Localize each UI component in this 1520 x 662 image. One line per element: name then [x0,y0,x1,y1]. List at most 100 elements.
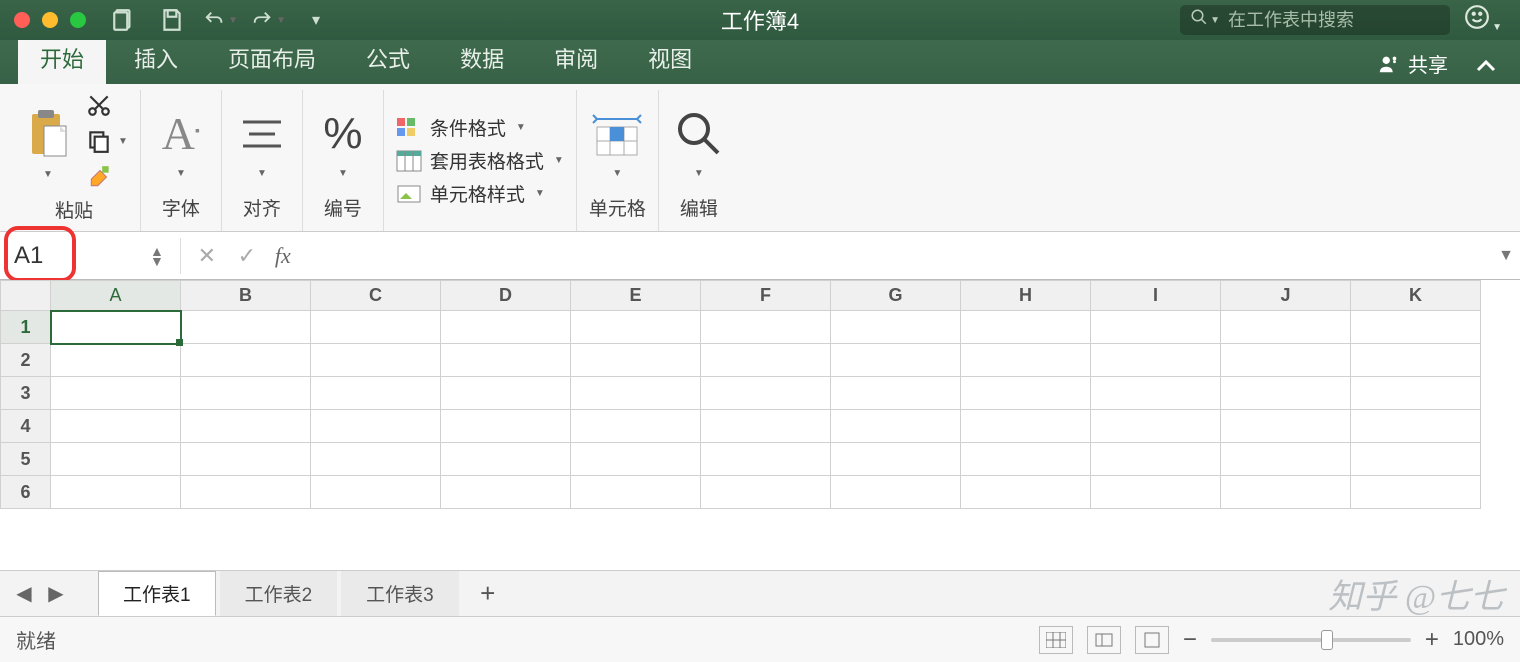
save-icon[interactable] [154,5,190,35]
edit-button[interactable]: ▼ [671,102,727,179]
cell[interactable] [1221,311,1351,344]
customize-qat-icon[interactable]: ▾ [298,5,334,35]
cell[interactable] [1221,410,1351,443]
cell[interactable] [831,377,961,410]
cell[interactable] [1351,410,1481,443]
tab-insert[interactable]: 插入 [112,34,200,84]
row-header[interactable]: 6 [1,476,51,509]
cell[interactable] [701,410,831,443]
cell[interactable] [311,377,441,410]
cell[interactable] [831,311,961,344]
cell[interactable] [441,476,571,509]
feedback-icon[interactable]: ▼ [1464,4,1502,36]
cell[interactable] [181,377,311,410]
page-layout-view-icon[interactable] [1087,626,1121,654]
zoom-slider[interactable] [1211,638,1411,642]
col-header[interactable]: B [181,281,311,311]
next-sheet-icon[interactable]: ▶ [42,580,70,608]
cell[interactable] [571,443,701,476]
cell[interactable] [181,476,311,509]
cell[interactable] [961,311,1091,344]
cell[interactable] [51,344,181,377]
copy-button[interactable]: ▼ [86,128,128,154]
cell[interactable] [441,443,571,476]
cell[interactable] [571,344,701,377]
search-box[interactable]: ▼ [1180,5,1450,35]
cell[interactable] [831,476,961,509]
col-header[interactable]: D [441,281,571,311]
conditional-format-button[interactable]: 条件格式▼ [396,114,564,141]
cell[interactable] [961,476,1091,509]
redo-icon[interactable]: ▼ [250,5,286,35]
cancel-formula-icon[interactable]: ✕ [187,243,227,269]
cell[interactable] [311,344,441,377]
col-header[interactable]: G [831,281,961,311]
cell[interactable] [181,344,311,377]
cell[interactable] [701,377,831,410]
cell[interactable] [1091,443,1221,476]
sheet-tab[interactable]: 工作表3 [341,571,459,616]
cell[interactable] [831,344,961,377]
format-painter-button[interactable] [86,164,128,190]
col-header[interactable]: H [961,281,1091,311]
tab-home[interactable]: 开始 [18,34,106,84]
cell[interactable] [1091,311,1221,344]
namebox-spinner[interactable]: ▲▼ [150,246,164,266]
cell[interactable] [701,443,831,476]
col-header[interactable]: F [701,281,831,311]
prev-sheet-icon[interactable]: ◀ [10,580,38,608]
col-header[interactable]: E [571,281,701,311]
cell[interactable] [311,443,441,476]
cell[interactable] [961,344,1091,377]
col-header[interactable]: I [1091,281,1221,311]
normal-view-icon[interactable] [1039,626,1073,654]
table-format-button[interactable]: 套用表格格式▼ [396,147,564,174]
select-all-corner[interactable] [1,281,51,311]
row-header[interactable]: 5 [1,443,51,476]
paste-button[interactable]: ▼ [20,103,76,180]
cell[interactable] [961,410,1091,443]
cell[interactable] [1091,344,1221,377]
zoom-in-icon[interactable]: + [1425,626,1439,654]
cut-button[interactable] [86,92,128,118]
search-input[interactable] [1228,10,1440,31]
cell[interactable] [311,311,441,344]
tab-formulas[interactable]: 公式 [344,34,432,84]
row-header[interactable]: 1 [1,311,51,344]
zoom-out-icon[interactable]: − [1183,626,1197,654]
collapse-ribbon-icon[interactable] [1468,46,1504,84]
row-header[interactable]: 2 [1,344,51,377]
cell[interactable] [961,443,1091,476]
minimize-window-icon[interactable] [42,12,58,28]
cell[interactable] [571,476,701,509]
expand-formula-icon[interactable]: ▼ [1492,247,1520,265]
cell[interactable] [51,377,181,410]
font-button[interactable]: A▪ ▼ [153,102,209,179]
cell[interactable] [1091,476,1221,509]
row-header[interactable]: 3 [1,377,51,410]
cell[interactable] [181,443,311,476]
tab-view[interactable]: 视图 [626,34,714,84]
cell[interactable] [51,410,181,443]
share-button[interactable]: 共享 [1368,43,1458,84]
cell[interactable] [701,476,831,509]
cell[interactable] [51,311,181,344]
cell[interactable] [311,476,441,509]
tab-pagelayout[interactable]: 页面布局 [206,34,338,84]
cell[interactable] [1221,476,1351,509]
tab-data[interactable]: 数据 [438,34,526,84]
tab-review[interactable]: 审阅 [532,34,620,84]
cell[interactable] [571,377,701,410]
cell[interactable] [1221,377,1351,410]
cell[interactable] [1221,443,1351,476]
cell[interactable] [441,311,571,344]
cell[interactable] [441,344,571,377]
cell[interactable] [701,311,831,344]
sheet-tab[interactable]: 工作表2 [220,571,338,616]
col-header[interactable]: K [1351,281,1481,311]
close-window-icon[interactable] [14,12,30,28]
cell[interactable] [1091,410,1221,443]
row-header[interactable]: 4 [1,410,51,443]
align-button[interactable]: ▼ [234,102,290,179]
cell[interactable] [51,476,181,509]
